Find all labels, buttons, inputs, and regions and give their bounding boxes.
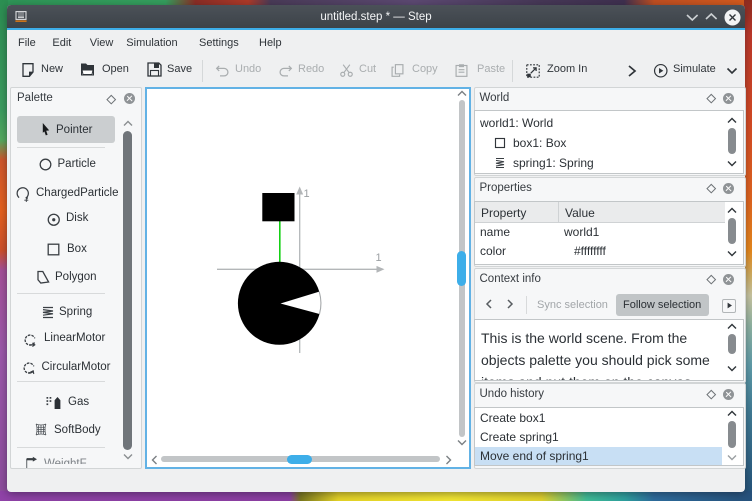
svg-text:1: 1 [376, 252, 382, 264]
svg-text:1: 1 [304, 188, 310, 200]
